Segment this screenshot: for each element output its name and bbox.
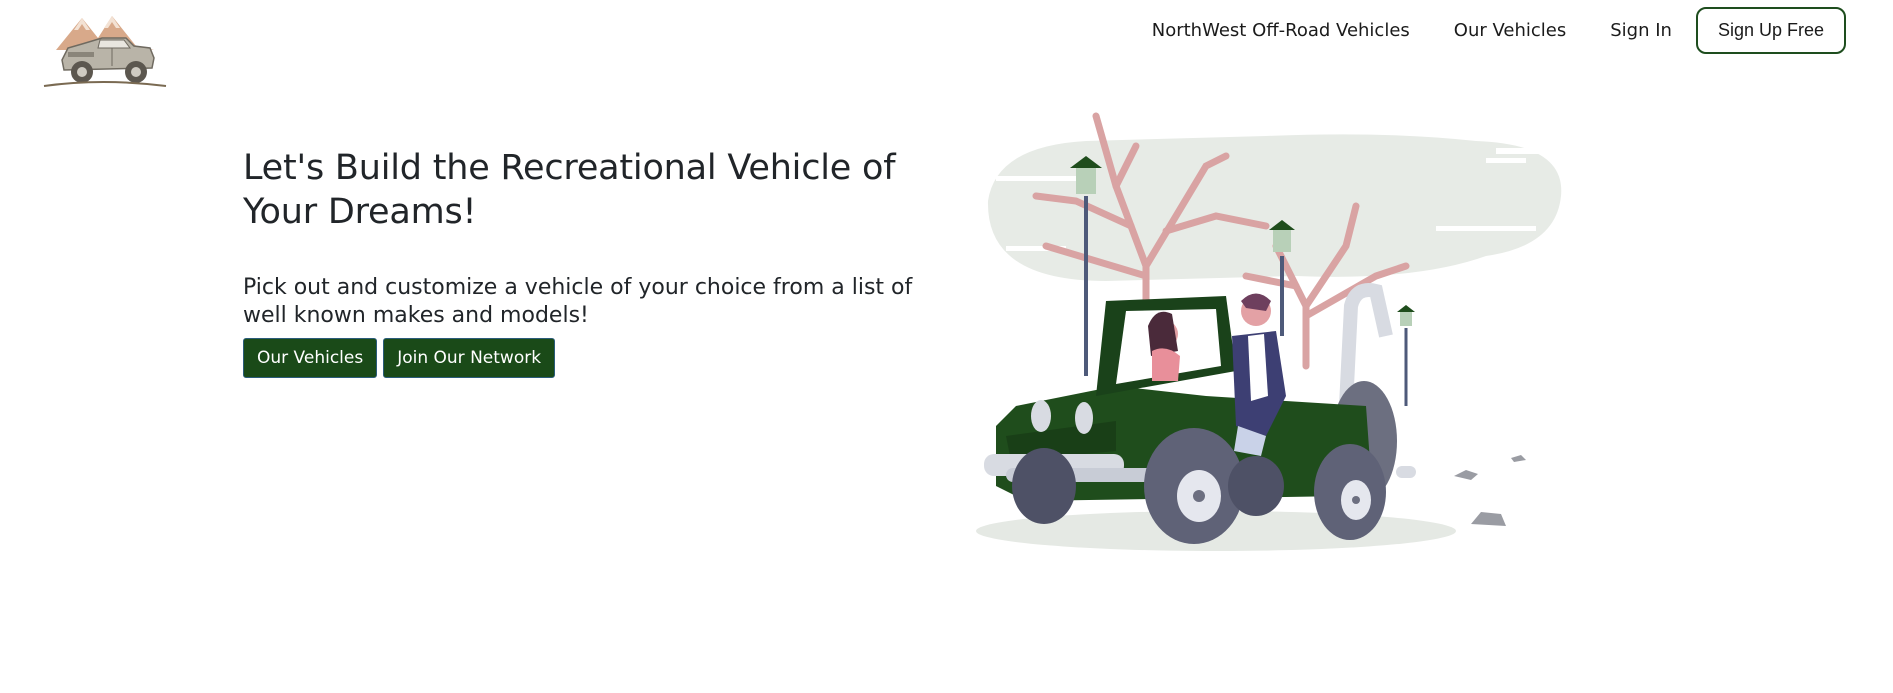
signup-button[interactable]: Sign Up Free [1695, 6, 1846, 54]
nav-brand-link[interactable]: NorthWest Off-Road Vehicles [1152, 20, 1410, 41]
hero-subtitle: Pick out and customize a vehicle of your… [243, 275, 913, 328]
jeep-couple-illustration-icon [976, 112, 1566, 551]
hero-section: Let's Build the Recreational Vehicle of … [243, 146, 943, 378]
offroad-truck-logo-icon [43, 16, 167, 87]
nav-vehicles-link[interactable]: Our Vehicles [1454, 20, 1566, 41]
hero-title: Let's Build the Recreational Vehicle of … [243, 148, 896, 232]
nav-signin-link[interactable]: Sign In [1610, 20, 1672, 41]
page: NorthWest Off-Road Vehicles Our Vehicles… [0, 0, 1893, 693]
our-vehicles-button[interactable]: Our Vehicles [243, 338, 378, 378]
join-network-button[interactable]: Join Our Network [383, 338, 556, 378]
hero-illustration [966, 106, 1586, 556]
logo[interactable] [42, 8, 168, 90]
top-nav: NorthWest Off-Road Vehicles Our Vehicles… [1152, 6, 1846, 54]
hero-button-row: Our Vehicles Join Our Network [243, 338, 943, 378]
